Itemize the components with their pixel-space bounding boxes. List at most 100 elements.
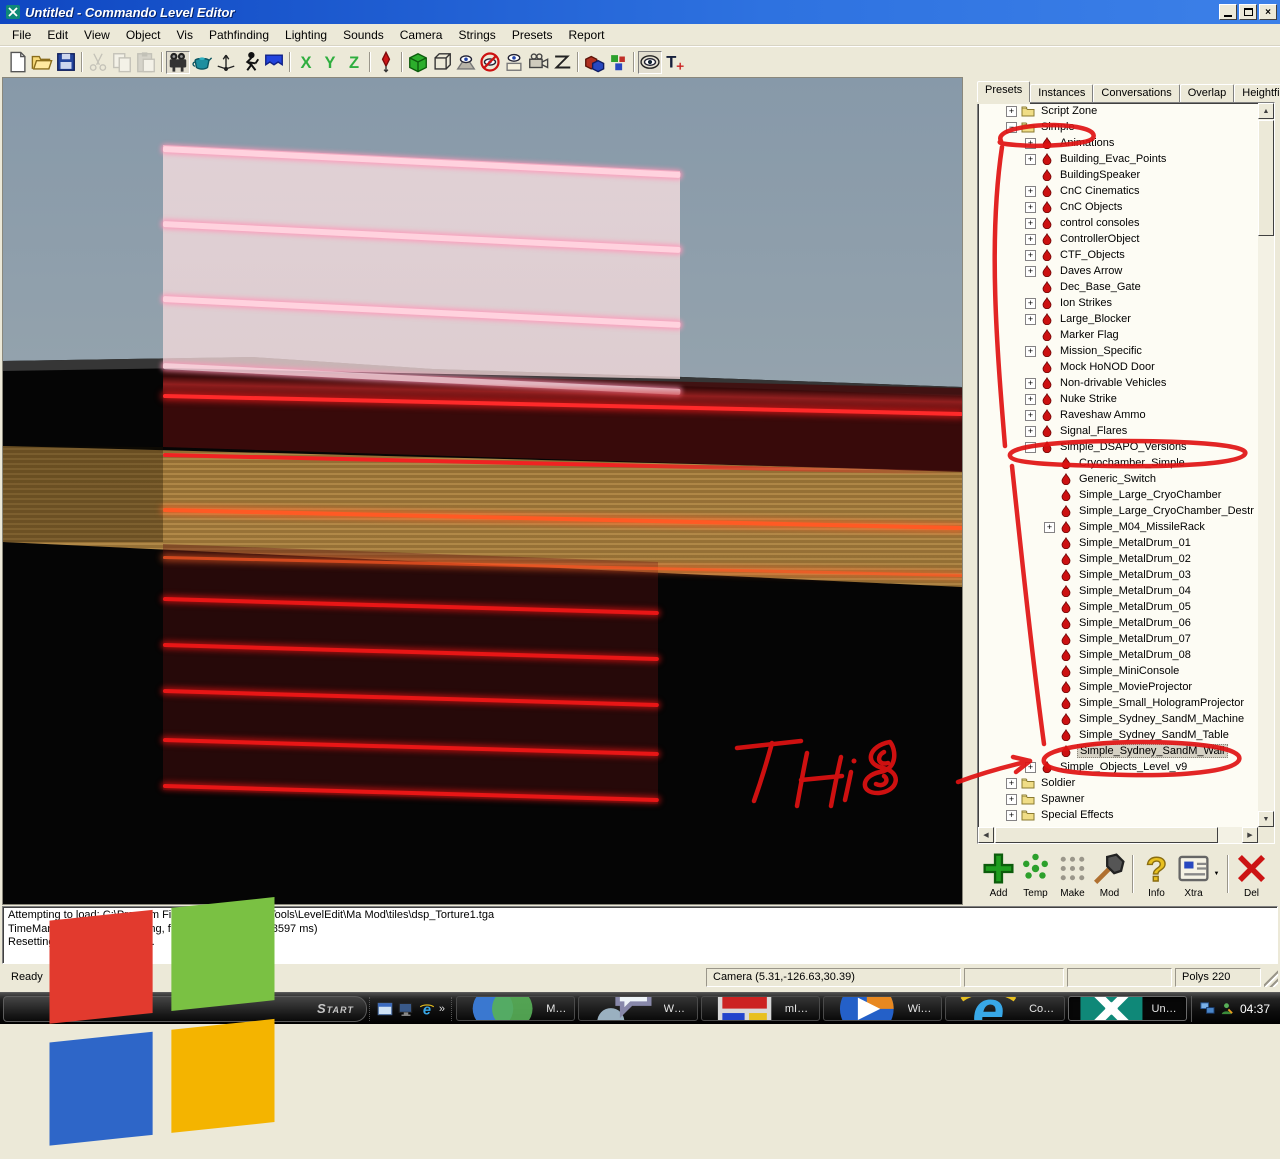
taskbar-task-ie[interactable]: eCommand and Conqu... [945, 996, 1064, 1021]
cut-scissors-button[interactable] [86, 51, 110, 74]
maximize-button[interactable] [1239, 4, 1257, 20]
tree-item-simple-metaldrum-01[interactable]: Simple_MetalDrum_01 [978, 535, 1274, 551]
tree-item-label[interactable]: Simple_MetalDrum_08 [1077, 649, 1193, 661]
tree-item-simple-large-cryochamber-destr[interactable]: Simple_Large_CryoChamber_Destr [978, 503, 1274, 519]
expand-box-icon[interactable]: + [1025, 154, 1036, 165]
light-cubes-button[interactable] [606, 51, 630, 74]
tree-item-label[interactable]: Script Zone [1039, 105, 1099, 117]
tree-item-mission-specific[interactable]: +Mission_Specific [978, 343, 1274, 359]
tree-item-label[interactable]: Simple [1039, 121, 1077, 133]
wireframe-box-button[interactable] [430, 51, 454, 74]
tree-item-label[interactable]: Simple_MetalDrum_05 [1077, 601, 1193, 613]
quick-launch-internet-explorer[interactable]: e [418, 1000, 436, 1018]
tray-network-icon[interactable] [1200, 1001, 1215, 1016]
tree-item-simple[interactable]: −Simple [978, 119, 1274, 135]
vis-camera-button[interactable] [526, 51, 550, 74]
tree-vertical-scrollbar[interactable]: ▲ ▼ [1258, 103, 1274, 827]
tree-item-simple-metaldrum-04[interactable]: Simple_MetalDrum_04 [978, 583, 1274, 599]
toggle-display-button[interactable] [638, 51, 662, 74]
tree-item-controllerobject[interactable]: +ControllerObject [978, 231, 1274, 247]
tree-item-label[interactable]: Simple_M04_MissileRack [1077, 521, 1207, 533]
tree-item-label[interactable]: Building_Evac_Points [1058, 153, 1168, 165]
tree-item-simple-miniconsole[interactable]: Simple_MiniConsole [978, 663, 1274, 679]
tree-item-buildingspeaker[interactable]: BuildingSpeaker [978, 167, 1274, 183]
tree-item-label[interactable]: Generic_Switch [1077, 473, 1158, 485]
tree-item-label[interactable]: CnC Cinematics [1058, 185, 1141, 197]
tree-item-mock-honod-door[interactable]: Mock HoNOD Door [978, 359, 1274, 375]
vis-sector-button[interactable] [550, 51, 574, 74]
temp-button[interactable]: Temp [1017, 852, 1054, 896]
quick-launch-show-desktop[interactable] [397, 1000, 415, 1018]
menu-item-vis[interactable]: Vis [169, 25, 201, 45]
tree-item-control-consoles[interactable]: +control consoles [978, 215, 1274, 231]
3d-viewport[interactable] [2, 77, 963, 905]
axis-y-button[interactable]: Y [318, 51, 342, 74]
text-tool-button[interactable]: T [662, 51, 686, 74]
tree-item-nuke-strike[interactable]: +Nuke Strike [978, 391, 1274, 407]
menu-item-lighting[interactable]: Lighting [277, 25, 335, 45]
tree-item-label[interactable]: Simple_MetalDrum_06 [1077, 617, 1193, 629]
vertex-drop-button[interactable] [374, 51, 398, 74]
tree-item-simple-m04-missilerack[interactable]: +Simple_M04_MissileRack [978, 519, 1274, 535]
tree-item-cryochamber-simple[interactable]: Cryochamber_Simple [978, 455, 1274, 471]
expand-box-icon[interactable]: + [1025, 394, 1036, 405]
tree-item-label[interactable]: Simple_MetalDrum_01 [1077, 537, 1193, 549]
expand-box-icon[interactable]: + [1006, 778, 1017, 789]
tree-item-marker-flag[interactable]: Marker Flag [978, 327, 1274, 343]
expand-box-icon[interactable]: + [1006, 794, 1017, 805]
expand-box-icon[interactable]: + [1025, 426, 1036, 437]
expand-box-icon[interactable]: + [1025, 346, 1036, 357]
axis-gimbal-button[interactable] [214, 51, 238, 74]
expand-box-icon[interactable]: + [1006, 106, 1017, 117]
tree-item-label[interactable]: Simple_MiniConsole [1077, 665, 1181, 677]
tree-item-label[interactable]: Simple_Sydney_SandM_Machine [1077, 713, 1246, 725]
tree-item-animations[interactable]: +Animations [978, 135, 1274, 151]
tab-overlap[interactable]: Overlap [1180, 84, 1235, 102]
tree-item-label[interactable]: CnC Objects [1058, 201, 1124, 213]
tree-item-spawner[interactable]: +Spawner [978, 791, 1274, 807]
taskbar-task-mirc[interactable]: mIRC 6.2 Nexgen Aci... [701, 996, 820, 1021]
scroll-right-button[interactable]: ▶ [1242, 827, 1258, 843]
copy-pages-button[interactable] [110, 51, 134, 74]
tree-item-label[interactable]: Dec_Base_Gate [1058, 281, 1143, 293]
expand-box-icon[interactable]: + [1025, 298, 1036, 309]
expand-box-icon[interactable]: + [1025, 266, 1036, 277]
preset-tree[interactable]: + Script Zone −Simple+Animations + Building_… [977, 102, 1275, 844]
tree-item-label[interactable]: Mock HoNOD Door [1058, 361, 1157, 373]
tree-item-label[interactable]: Non-drivable Vehicles [1058, 377, 1168, 389]
scroll-down-button[interactable]: ▼ [1258, 811, 1274, 827]
menu-item-camera[interactable]: Camera [392, 25, 451, 45]
tree-item-simple-metaldrum-03[interactable]: Simple_MetalDrum_03 [978, 567, 1274, 583]
tree-item-label[interactable]: Simple_MetalDrum_02 [1077, 553, 1193, 565]
tree-item-label[interactable]: Ion Strikes [1058, 297, 1114, 309]
tree-item-label[interactable]: Simple_MetalDrum_04 [1077, 585, 1193, 597]
tree-item-building-evac-points[interactable]: + Building_Evac_Points [978, 151, 1274, 167]
tree-horizontal-scrollbar[interactable]: ◀ ▶ [978, 827, 1258, 843]
mod-button[interactable]: Mod [1091, 852, 1128, 896]
tree-item-raveshaw-ammo[interactable]: +Raveshaw Ammo [978, 407, 1274, 423]
new-document-button[interactable] [6, 51, 30, 74]
tree-item-script-zone[interactable]: + Script Zone [978, 103, 1274, 119]
tab-instances[interactable]: Instances [1030, 84, 1093, 102]
scroll-left-button[interactable]: ◀ [978, 827, 994, 843]
taskbar-task-chat[interactable]: When I Look At How... [578, 996, 697, 1021]
menu-item-sounds[interactable]: Sounds [335, 25, 392, 45]
tree-item-simple-sydney-sandm-machine[interactable]: Simple_Sydney_SandM_Machine [978, 711, 1274, 727]
menu-item-pathfinding[interactable]: Pathfinding [201, 25, 277, 45]
tree-item-non-drivable-vehicles[interactable]: +Non-drivable Vehicles [978, 375, 1274, 391]
waypath-flag-button[interactable] [262, 51, 286, 74]
menu-item-strings[interactable]: Strings [450, 25, 503, 45]
open-folder-button[interactable] [30, 51, 54, 74]
tree-item-simple-metaldrum-06[interactable]: Simple_MetalDrum_06 [978, 615, 1274, 631]
make-button[interactable]: Make [1054, 852, 1091, 896]
tree-item-signal-flares[interactable]: +Signal_Flares [978, 423, 1274, 439]
info-button[interactable]: ?Info [1138, 852, 1175, 896]
minimize-button[interactable] [1219, 4, 1237, 20]
running-man-button[interactable] [238, 51, 262, 74]
tree-item-large-blocker[interactable]: +Large_Blocker [978, 311, 1274, 327]
vis-window-button[interactable] [502, 51, 526, 74]
paste-clipboard-button[interactable] [134, 51, 158, 74]
tree-item-simple-small-hologramprojector[interactable]: Simple_Small_HologramProjector [978, 695, 1274, 711]
vis-disable-button[interactable] [478, 51, 502, 74]
tree-item-dec-base-gate[interactable]: Dec_Base_Gate [978, 279, 1274, 295]
